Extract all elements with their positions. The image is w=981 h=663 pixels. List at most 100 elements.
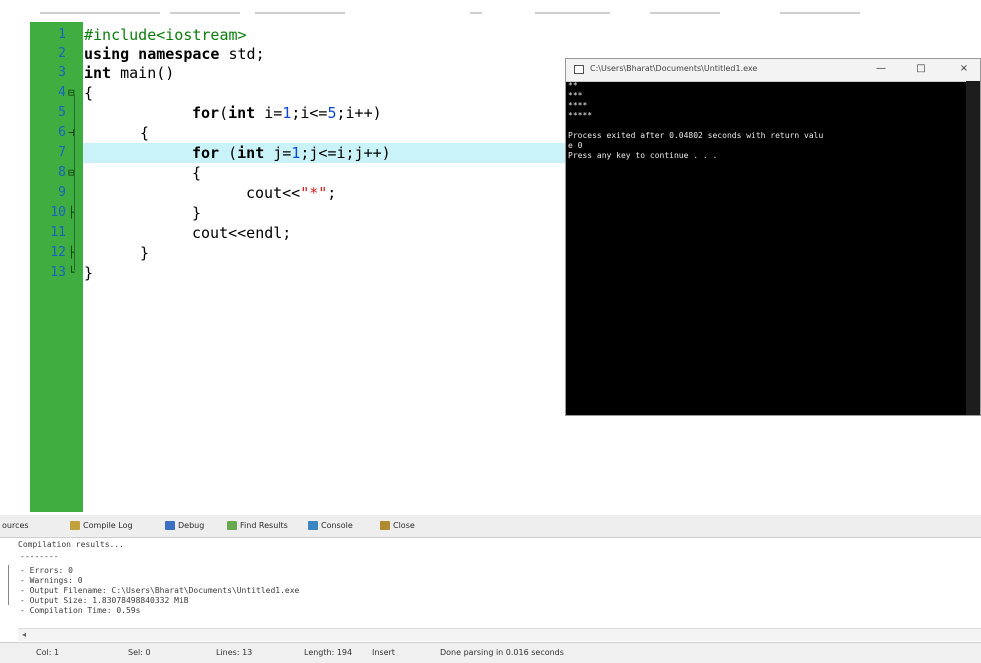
console-line: ***** — [568, 111, 593, 120]
tab-ources[interactable]: ources — [2, 515, 29, 537]
tab-stub[interactable] — [40, 12, 160, 14]
line-number[interactable]: 9 — [30, 184, 66, 202]
minimize-button[interactable]: — — [871, 61, 891, 77]
code-token: ( — [219, 104, 229, 122]
code-line[interactable]: { — [192, 163, 201, 183]
scroll-left-icon[interactable]: ◂ — [22, 629, 26, 641]
code-token: ;i<= — [291, 104, 328, 122]
tab-stub[interactable] — [535, 12, 610, 14]
console-scrollbar[interactable] — [966, 81, 980, 415]
fold-marker-icon[interactable]: ⊟ — [68, 84, 82, 102]
status-parse: Done parsing in 0.016 seconds — [440, 648, 564, 657]
log-line: - Output Filename: C:\Users\Bharat\Docum… — [20, 586, 300, 595]
code-line[interactable]: for (int j=1;j<=i;j++) — [192, 143, 391, 163]
code-line[interactable]: for(int i=1;i<=5;i++) — [192, 103, 382, 123]
code-token: for — [192, 104, 220, 122]
code-token: i= — [255, 104, 283, 122]
line-number[interactable]: 4 — [30, 84, 66, 102]
tab-label: Console — [321, 521, 353, 530]
tab-label: Close — [393, 521, 415, 530]
console-title-bar[interactable]: C:\Users\Bharat\Documents\Untitled1.exe … — [566, 59, 980, 82]
code-token: ; — [327, 184, 337, 202]
fold-guide — [74, 95, 75, 270]
tab-label: Compile Log — [83, 521, 133, 530]
editor-tabs-bar — [0, 0, 981, 23]
tab-label: Find Results — [240, 521, 288, 530]
tab-stub[interactable] — [255, 12, 345, 14]
code-token: #include<iostream> — [84, 26, 247, 44]
editor-left-strip — [0, 22, 30, 512]
fold-marker-icon[interactable]: ⊟ — [68, 164, 82, 182]
code-line[interactable]: #include<iostream> — [84, 25, 247, 45]
line-number[interactable]: 8 — [30, 164, 66, 182]
line-number[interactable]: 1 — [30, 26, 66, 44]
line-number[interactable]: 10 — [30, 204, 66, 222]
close-button[interactable]: × — [954, 61, 974, 77]
tab-icon — [227, 521, 237, 530]
bottom-tabs: ources Compile Log Debug Find Results Consol… — [0, 515, 981, 538]
code-token: main() — [111, 64, 175, 82]
line-number[interactable]: 7 — [30, 144, 66, 162]
tab-console[interactable]: Console — [308, 515, 353, 537]
code-line[interactable]: cout<<"*"; — [246, 183, 336, 203]
code-token: int — [84, 64, 112, 82]
line-number[interactable]: 13 — [30, 264, 66, 282]
console-line: e 0 — [568, 141, 583, 150]
code-token: std; — [219, 45, 265, 63]
tab-compile-log[interactable]: Compile Log — [70, 515, 133, 537]
tab-stub[interactable] — [650, 12, 720, 14]
code-line[interactable]: { — [140, 123, 149, 143]
code-token: using namespace — [84, 45, 220, 63]
tab-stub[interactable] — [780, 12, 860, 14]
tab-label: ources — [2, 521, 29, 530]
console-line: Process exited after 0.04802 seconds wit… — [568, 131, 824, 140]
line-number[interactable]: 5 — [30, 104, 66, 122]
code-token: 1 — [282, 104, 292, 122]
line-number[interactable]: 6 — [30, 124, 66, 142]
log-line: - Errors: 0 — [20, 566, 73, 575]
console-title: C:\Users\Bharat\Documents\Untitled1.exe — [590, 64, 758, 73]
tab-debug[interactable]: Debug — [165, 515, 204, 537]
code-token: } — [140, 244, 150, 262]
status-bar: Col: 1 Sel: 0 Lines: 13 Length: 194 Inse… — [0, 642, 981, 663]
code-token: ( — [219, 144, 238, 162]
console-line: **** — [568, 101, 588, 110]
code-line[interactable]: } — [84, 263, 93, 283]
log-horizontal-scrollbar[interactable]: ◂ — [18, 628, 981, 641]
code-line[interactable]: { — [84, 83, 93, 103]
log-line: - Output Size: 1.83078498840332 MiB — [20, 596, 189, 605]
line-number[interactable]: 12 — [30, 244, 66, 262]
tab-icon — [308, 521, 318, 530]
tab-stub[interactable] — [470, 12, 482, 14]
log-bracket — [8, 565, 15, 605]
fold-marker-icon[interactable]: ├ — [68, 244, 82, 262]
code-token: "*" — [300, 184, 328, 202]
log-line: - Compilation Time: 0.59s — [20, 606, 141, 615]
tab-close[interactable]: Close — [380, 515, 415, 537]
console-line: ** — [568, 81, 578, 90]
line-number[interactable]: 11 — [30, 224, 66, 242]
line-number[interactable]: 3 — [30, 64, 66, 82]
code-line[interactable]: using namespace std; — [84, 44, 265, 64]
status-column: Col: 1 — [36, 648, 60, 657]
code-token: ;i++) — [336, 104, 382, 122]
console-line: Press any key to continue . . . — [568, 151, 718, 160]
code-line[interactable]: } — [192, 203, 201, 223]
maximize-button[interactable]: □ — [911, 61, 931, 77]
code-token: ;j<=i;j++) — [300, 144, 391, 162]
code-token: cout<<endl; — [192, 224, 292, 242]
fold-marker-icon[interactable]: ├ — [68, 204, 82, 222]
tab-find-results[interactable]: Find Results — [227, 515, 288, 537]
code-line[interactable]: } — [140, 243, 149, 263]
tab-stub[interactable] — [170, 12, 240, 14]
tab-icon — [165, 521, 175, 530]
code-line[interactable]: int main() — [84, 63, 174, 83]
line-number[interactable]: 2 — [30, 45, 66, 63]
console-window[interactable]: C:\Users\Bharat\Documents\Untitled1.exe … — [565, 58, 981, 416]
fold-marker-icon[interactable]: ⊣ — [68, 124, 82, 142]
console-line: *** — [568, 91, 583, 100]
fold-marker-icon[interactable]: └ — [68, 264, 82, 282]
tab-icon — [70, 521, 80, 530]
log-line: - Warnings: 0 — [20, 576, 83, 585]
code-line[interactable]: cout<<endl; — [192, 223, 291, 243]
